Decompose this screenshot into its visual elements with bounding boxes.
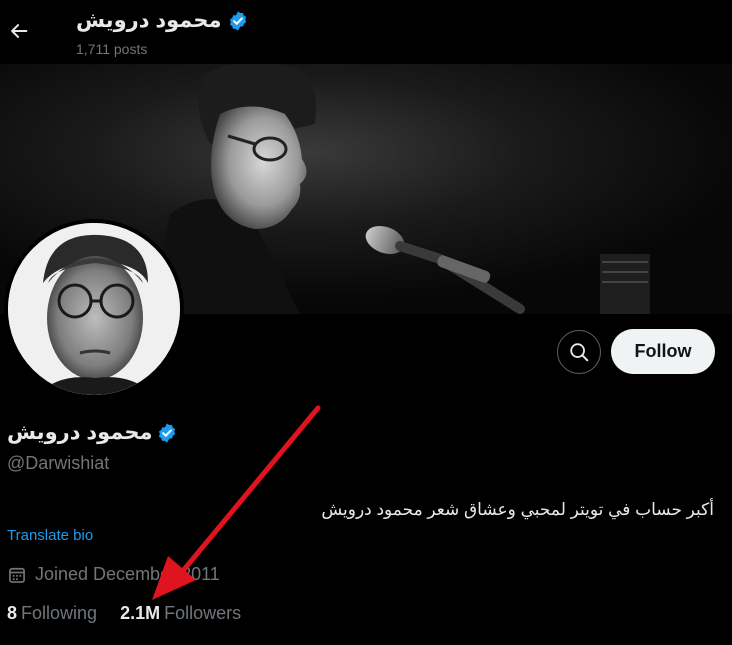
following-link[interactable]: 8 Following xyxy=(7,603,97,624)
profile-name-row: محمود درويش xyxy=(7,420,178,445)
search-icon xyxy=(570,343,589,362)
avatar[interactable] xyxy=(4,219,184,399)
search-profile-button[interactable] xyxy=(557,330,601,374)
avatar-photo xyxy=(8,223,180,395)
joined-date: Joined December 2011 xyxy=(35,564,220,584)
profile-name: محمود درويش xyxy=(7,421,153,444)
top-bar: محمود درويش 1,711 posts xyxy=(0,0,732,64)
following-count: 8 xyxy=(7,603,18,623)
arrow-left-icon xyxy=(11,24,28,38)
verified-badge-icon[interactable] xyxy=(156,422,178,444)
following-label: Following xyxy=(21,603,98,623)
follow-button[interactable]: Follow xyxy=(611,329,715,374)
follow-stats: 8 Following 2.1M Followers xyxy=(7,603,241,624)
joined-date-row: Joined December 2011 xyxy=(7,564,220,585)
header-title-row: محمود درويش xyxy=(76,8,249,33)
verified-badge-icon xyxy=(230,10,247,31)
calendar-icon xyxy=(9,567,25,583)
back-button[interactable] xyxy=(2,14,36,48)
profile-handle: @Darwishiat xyxy=(7,453,110,473)
followers-link[interactable]: 2.1M Followers xyxy=(120,603,241,624)
profile-bio: أكبر حساب في تويتر لمحبي وعشاق شعر محمود… xyxy=(321,500,714,519)
post-count: 1,711 posts xyxy=(76,41,148,57)
followers-label: Followers xyxy=(164,603,242,623)
header-title: محمود درويش xyxy=(76,9,222,32)
translate-bio-link[interactable]: Translate bio xyxy=(7,527,93,544)
followers-count: 2.1M xyxy=(120,603,161,623)
